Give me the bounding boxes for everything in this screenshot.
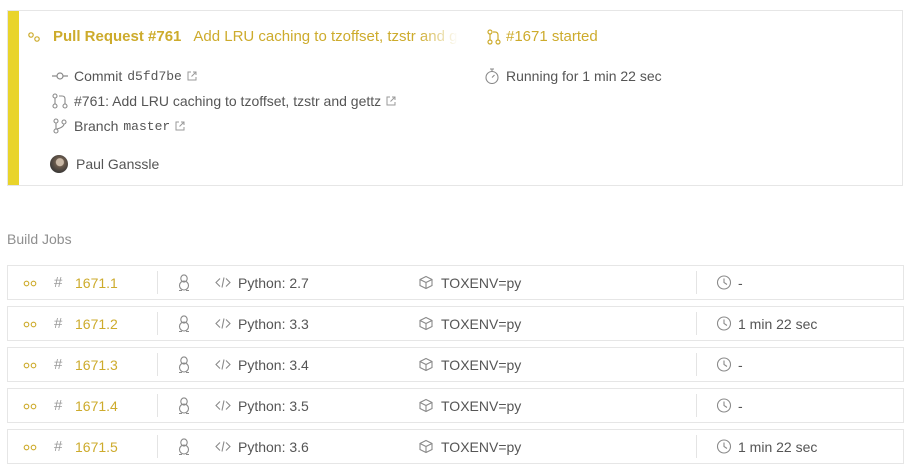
external-link-icon[interactable] [187, 71, 197, 81]
divider [696, 353, 697, 376]
running-dots-icon [28, 31, 40, 42]
divider [157, 394, 158, 417]
clock-icon [716, 398, 732, 413]
env-label: TOXENV=py [441, 356, 522, 373]
hash-icon: # [54, 397, 63, 414]
hash-icon: # [54, 438, 63, 455]
job-row[interactable]: # 1671.3 Python: 3.4 TOXENV=py - [7, 347, 904, 382]
avatar [50, 155, 68, 173]
author-row: Paul Ganssle [50, 155, 159, 173]
build-started[interactable]: #1671 started [487, 28, 598, 45]
divider [157, 271, 158, 294]
pull-request-message[interactable]: Add LRU caching to tzoffset, tzstr and g… [193, 28, 458, 45]
external-link-icon[interactable] [175, 121, 185, 131]
language-label: Python: 2.7 [238, 274, 309, 291]
divider [696, 312, 697, 335]
running-time: Running for 1 min 22 sec [506, 68, 662, 84]
divider [696, 435, 697, 458]
running-dots-icon [23, 321, 37, 328]
build-summary-card: Pull Request #761 Add LRU caching to tzo… [7, 10, 903, 186]
job-row[interactable]: # 1671.4 Python: 3.5 TOXENV=py - [7, 388, 904, 423]
commit-icon [52, 72, 68, 80]
job-row[interactable]: # 1671.5 Python: 3.6 TOXENV=py 1 min 22 … [7, 429, 904, 464]
merge-request-icon [487, 28, 501, 45]
linux-tux-icon [178, 315, 190, 333]
code-icon [215, 318, 231, 329]
commit-row: Commit d5fd7be [52, 68, 197, 84]
package-box-icon [419, 357, 433, 372]
clock-icon [716, 275, 732, 290]
hash-icon: # [54, 274, 63, 291]
language-label: Python: 3.4 [238, 356, 309, 373]
branch-label: Branch [74, 118, 119, 134]
running-dots-icon [23, 280, 37, 287]
env-label: TOXENV=py [441, 438, 522, 455]
commit-label: Commit [74, 68, 123, 84]
job-number[interactable]: 1671.5 [75, 430, 118, 463]
package-box-icon [419, 439, 433, 454]
language-label: Python: 3.5 [238, 397, 309, 414]
job-row[interactable]: # 1671.1 Python: 2.7 TOXENV=py - [7, 265, 904, 300]
linux-tux-icon [178, 438, 190, 456]
branch-row: Branch master [52, 118, 185, 134]
package-box-icon [419, 398, 433, 413]
status-stripe [8, 11, 19, 185]
hash-icon: # [54, 315, 63, 332]
branch-name[interactable]: master [123, 119, 170, 134]
clock-icon [716, 316, 732, 331]
running-dots-icon [23, 444, 37, 451]
divider [696, 271, 697, 294]
code-icon [215, 441, 231, 452]
section-title: Build Jobs [7, 231, 72, 247]
package-box-icon [419, 275, 433, 290]
external-link-icon[interactable] [386, 96, 396, 106]
running-dots-icon [23, 362, 37, 369]
linux-tux-icon [178, 274, 190, 292]
job-number[interactable]: 1671.4 [75, 389, 118, 422]
linux-tux-icon [178, 356, 190, 374]
build-started-text: #1671 started [506, 28, 598, 45]
divider [157, 312, 158, 335]
build-jobs-list: # 1671.1 Python: 2.7 TOXENV=py - # 1671.… [7, 265, 904, 468]
language-label: Python: 3.6 [238, 438, 309, 455]
env-label: TOXENV=py [441, 274, 522, 291]
code-icon [215, 400, 231, 411]
pull-request-label[interactable]: Pull Request #761 [53, 28, 181, 45]
pull-request-link[interactable]: #761: Add LRU caching to tzoffset, tzstr… [74, 93, 381, 109]
job-duration: - [738, 274, 743, 291]
code-icon [215, 277, 231, 288]
clock-icon [716, 439, 732, 454]
package-box-icon [419, 316, 433, 331]
hash-icon: # [54, 356, 63, 373]
pull-request-icon [52, 93, 68, 109]
job-number[interactable]: 1671.1 [75, 266, 118, 299]
stopwatch-icon [485, 68, 499, 84]
commit-hash[interactable]: d5fd7be [127, 69, 182, 84]
clock-icon [716, 357, 732, 372]
build-title: Pull Request #761 Add LRU caching to tzo… [28, 28, 458, 45]
running-time-row: Running for 1 min 22 sec [484, 68, 662, 84]
job-duration: - [738, 356, 743, 373]
env-label: TOXENV=py [441, 397, 522, 414]
divider [696, 394, 697, 417]
job-number[interactable]: 1671.3 [75, 348, 118, 381]
divider [157, 353, 158, 376]
language-label: Python: 3.3 [238, 315, 309, 332]
pull-request-row: #761: Add LRU caching to tzoffset, tzstr… [52, 93, 396, 109]
author-name: Paul Ganssle [76, 156, 160, 172]
branch-icon [53, 118, 67, 134]
job-number[interactable]: 1671.2 [75, 307, 118, 340]
running-dots-icon [23, 403, 37, 410]
job-duration: 1 min 22 sec [738, 315, 818, 332]
job-row[interactable]: # 1671.2 Python: 3.3 TOXENV=py 1 min 22 … [7, 306, 904, 341]
divider [157, 435, 158, 458]
job-duration: 1 min 22 sec [738, 438, 818, 455]
job-duration: - [738, 397, 743, 414]
code-icon [215, 359, 231, 370]
env-label: TOXENV=py [441, 315, 522, 332]
linux-tux-icon [178, 397, 190, 415]
